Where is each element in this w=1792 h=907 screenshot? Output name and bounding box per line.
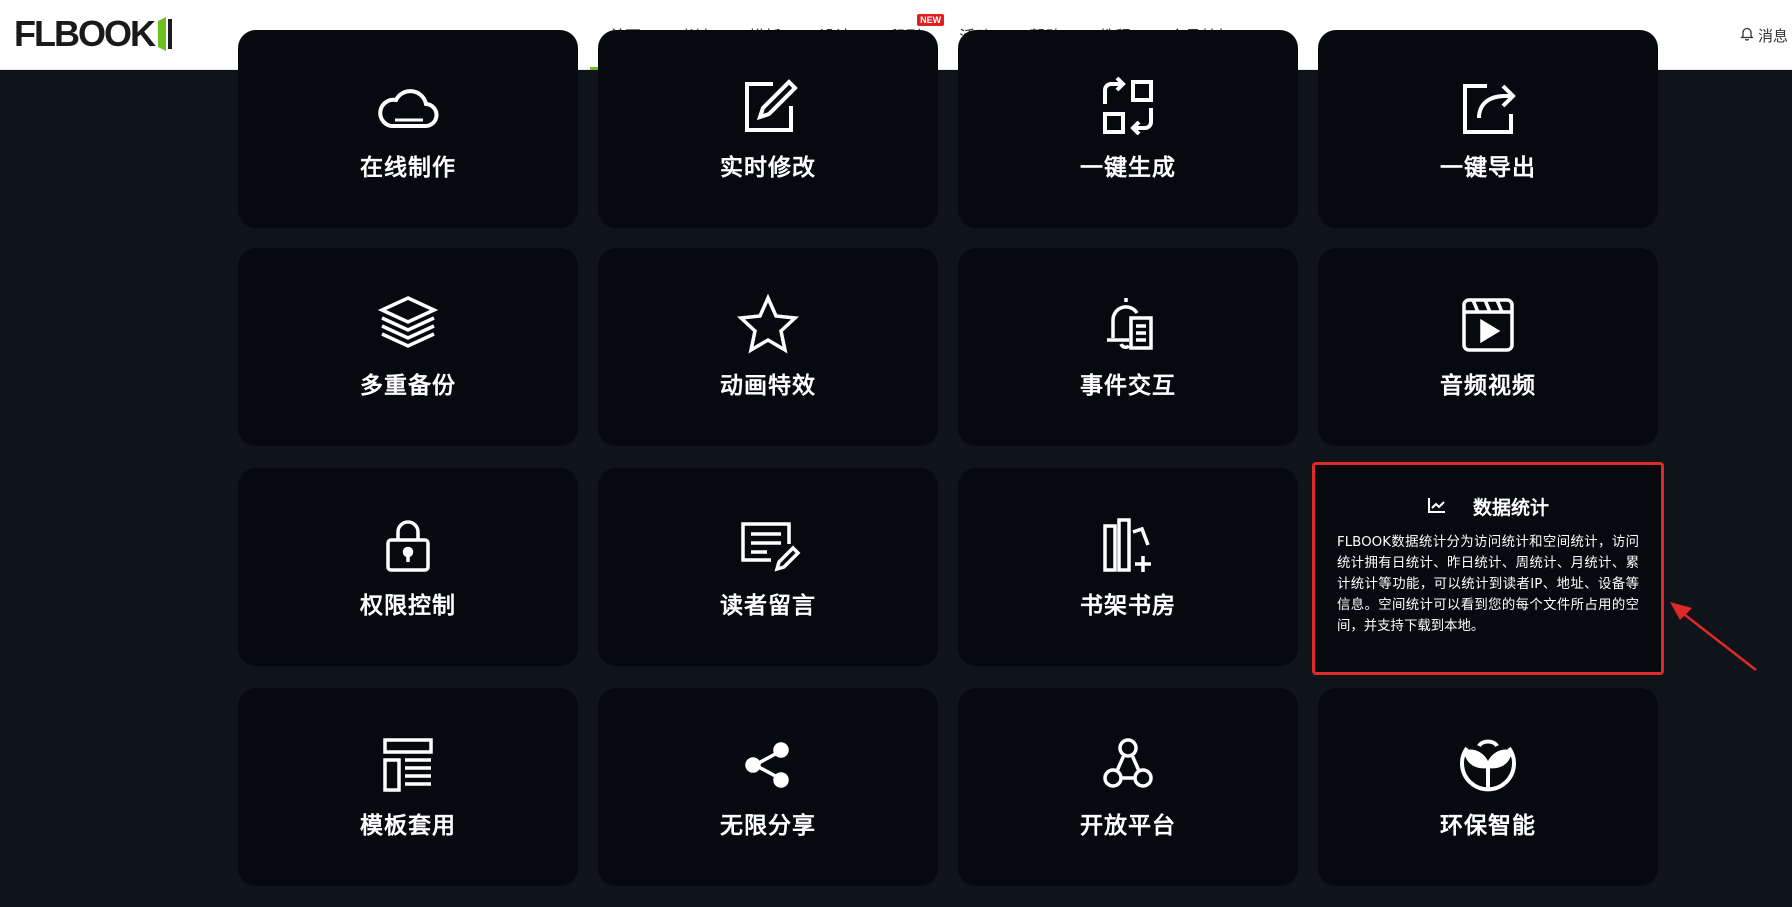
feature-card-open-platform[interactable]: 开放平台 [958, 688, 1298, 886]
feature-card-templates[interactable]: 模板套用 [238, 688, 578, 886]
bell-icon [1740, 26, 1754, 45]
edit-icon [733, 76, 803, 138]
feature-card-realtime-edit[interactable]: 实时修改 [598, 30, 938, 228]
feature-card-bookshelf[interactable]: 书架书房 [958, 468, 1298, 666]
eco-icon [1453, 734, 1523, 796]
feature-card-event-interaction[interactable]: 事件交互 [958, 248, 1298, 446]
feature-card-audio-video[interactable]: 音频视频 [1318, 248, 1658, 446]
feature-card-animation[interactable]: 动画特效 [598, 248, 938, 446]
data-statistics-description: FLBOOK数据统计分为访问统计和空间统计，访问统计拥有日统计、昨日统计、周统计… [1337, 535, 1639, 634]
feature-card-one-click-generate[interactable]: 一键生成 [958, 30, 1298, 228]
generate-icon [1093, 76, 1163, 138]
cloud-icon [373, 76, 443, 138]
feature-card-eco-smart[interactable]: 环保智能 [1318, 688, 1658, 886]
annotation-arrow-icon [1670, 602, 1757, 671]
video-icon [1453, 294, 1523, 356]
messages-label: 消息 [1758, 26, 1789, 45]
feature-card-backup[interactable]: 多重备份 [238, 248, 578, 446]
star-icon [733, 294, 803, 356]
feature-card-data-statistics[interactable]: 数据统计 FLBOOK数据统计分为访问统计和空间统计，访问统计拥有日统计、昨日统… [1312, 462, 1664, 675]
feature-card-unlimited-share[interactable]: 无限分享 [598, 688, 938, 886]
export-icon [1453, 76, 1523, 138]
data-statistics-header: 数据统计 [1337, 493, 1639, 520]
bookshelf-icon [1093, 514, 1163, 576]
logo-mark-icon [156, 17, 176, 51]
data-statistics-title: 数据统计 [1472, 497, 1549, 519]
bell-doc-icon [1093, 294, 1163, 356]
feature-card-reader-comments[interactable]: 读者留言 [598, 468, 938, 666]
feature-card-one-click-export[interactable]: 一键导出 [1318, 30, 1658, 228]
feature-grid: 在线制作 实时修改 一键生成 一键导出 多重备份 动画特效 事件交互 音频视频 … [238, 0, 1664, 907]
logo-text: FLBOOK [14, 13, 156, 54]
share-icon [733, 734, 803, 796]
site-logo[interactable]: FLBOOK [14, 14, 176, 54]
layers-icon [373, 294, 443, 356]
chart-icon [1427, 496, 1447, 518]
message-edit-icon [733, 514, 803, 576]
feature-card-online-create[interactable]: 在线制作 [238, 30, 578, 228]
messages-link[interactable]: 消息 [1740, 22, 1788, 48]
feature-card-permission[interactable]: 权限控制 [238, 468, 578, 666]
template-icon [373, 734, 443, 796]
lock-icon [373, 514, 443, 576]
platform-icon [1093, 734, 1163, 796]
